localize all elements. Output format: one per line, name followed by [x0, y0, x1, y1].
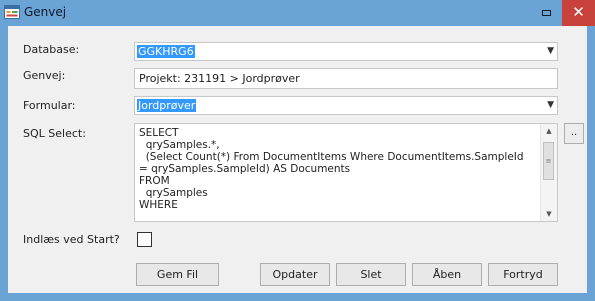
minimize-icon — [542, 10, 551, 16]
open-button[interactable]: Åben — [412, 263, 482, 286]
title-bar[interactable]: Genvej ✕ — [0, 0, 595, 26]
dialog-window: Genvej ✕ Database: GGKHRG6 ▼ Genvej: Pro… — [0, 0, 595, 301]
form-body: Database: GGKHRG6 ▼ Genvej: Projekt: 231… — [8, 26, 587, 293]
close-button[interactable]: ✕ — [562, 0, 595, 26]
genvej-input[interactable]: Projekt: 231191 > Jordprøver — [134, 68, 558, 89]
scroll-down-icon[interactable]: ▼ — [541, 207, 557, 221]
sql-scrollbar[interactable]: ▲ ≡ ▼ — [540, 124, 557, 221]
startup-label: Indlæs ved Start? — [23, 233, 120, 246]
genvej-label: Genvej: — [23, 69, 66, 82]
startup-checkbox[interactable] — [137, 232, 152, 247]
delete-button[interactable]: Slet — [336, 263, 406, 286]
minimize-button[interactable] — [532, 0, 562, 26]
database-value: GGKHRG6 — [137, 45, 195, 58]
scroll-thumb[interactable]: ≡ — [543, 142, 554, 180]
form-icon — [4, 5, 20, 19]
sql-textarea[interactable]: SELECT qrySamples.*, (Select Count(*) Fr… — [134, 123, 558, 222]
sql-text[interactable]: SELECT qrySamples.*, (Select Count(*) Fr… — [139, 127, 535, 211]
sql-browse-button[interactable]: .. — [564, 123, 584, 144]
database-combo[interactable]: GGKHRG6 ▼ — [134, 42, 558, 61]
save-file-button[interactable]: Gem Fil — [136, 263, 219, 286]
formular-label: Formular: — [23, 99, 76, 112]
database-label: Database: — [23, 43, 80, 56]
chevron-down-icon[interactable]: ▼ — [547, 99, 554, 112]
window-title: Genvej — [24, 5, 67, 19]
formular-value: Jordprøver — [137, 99, 197, 112]
update-button[interactable]: Opdater — [260, 263, 330, 286]
cancel-button[interactable]: Fortryd — [488, 263, 558, 286]
formular-combo[interactable]: Jordprøver ▼ — [134, 96, 558, 115]
sql-label: SQL Select: — [23, 127, 86, 140]
chevron-down-icon[interactable]: ▼ — [547, 45, 554, 58]
scroll-up-icon[interactable]: ▲ — [541, 124, 557, 138]
